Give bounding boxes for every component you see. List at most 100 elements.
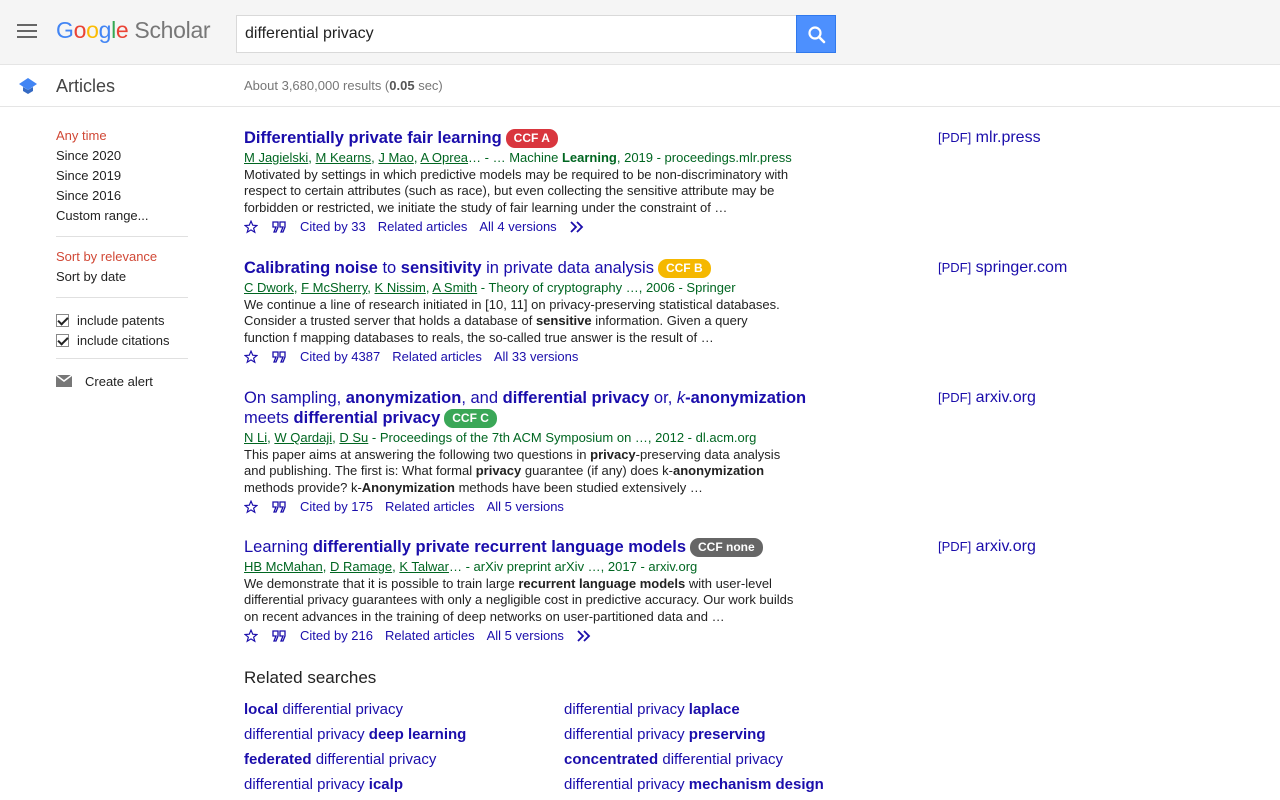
checkbox-label: include patents	[77, 312, 165, 328]
all-versions-link[interactable]: All 33 versions	[494, 349, 579, 364]
related-articles-link[interactable]: Related articles	[392, 349, 482, 364]
result-meta: N Li, W Qardaji, D Su - Proceedings of t…	[244, 430, 834, 446]
filter-any-time[interactable]: Any time	[56, 128, 188, 148]
text-segment: differential privacy	[244, 776, 369, 793]
venue-text: , 2019 - proceedings.mlr.press	[616, 150, 792, 165]
result-actions: Cited by 4387 Related articles All 33 vers…	[244, 348, 834, 366]
star-icon[interactable]	[244, 499, 258, 514]
text-segment: differential privacy	[564, 701, 689, 718]
related-articles-link[interactable]: Related articles	[378, 219, 468, 234]
search-button[interactable]	[796, 15, 836, 53]
text-segment: differential privacy	[311, 751, 437, 768]
double-chevron-icon[interactable]	[569, 221, 585, 233]
highlight-text: anonymization	[673, 463, 765, 479]
text-segment: differential privacy	[244, 726, 369, 743]
include-patents-checkbox[interactable]: include patents	[56, 310, 188, 330]
author-link[interactable]: A Smith	[432, 280, 477, 295]
star-icon[interactable]	[244, 219, 258, 234]
result-title-link[interactable]: Differentially private fair learning CCF …	[244, 128, 834, 148]
cited-by-link[interactable]: Cited by 216	[300, 628, 373, 643]
filter-since-2019[interactable]: Since 2019	[56, 168, 188, 188]
author-link[interactable]: HB McMahan	[244, 559, 323, 574]
double-chevron-icon[interactable]	[576, 630, 592, 642]
cited-by-link[interactable]: Cited by 175	[300, 499, 373, 514]
sort-by-date[interactable]: Sort by date	[56, 269, 188, 289]
author-link[interactable]: C Dwork	[244, 280, 294, 295]
all-versions-link[interactable]: All 5 versions	[487, 499, 564, 514]
separator: ,	[367, 280, 375, 295]
search-input[interactable]	[236, 15, 797, 53]
cited-by-link[interactable]: Cited by 4387	[300, 349, 380, 364]
result-snippet: This paper aims at answering the followi…	[244, 447, 794, 496]
pdf-link[interactable]: [PDF] arxiv.org	[938, 389, 1036, 407]
all-versions-link[interactable]: All 5 versions	[487, 628, 564, 643]
author-link[interactable]: A Oprea	[420, 150, 468, 165]
related-search-link[interactable]: differential privacy deep learning	[244, 726, 466, 743]
highlight-text: concentrated	[564, 751, 659, 768]
result-title-link[interactable]: Learning differentially private recurren…	[244, 537, 834, 557]
author-link[interactable]: N Li	[244, 430, 267, 445]
highlight-text: icalp	[368, 776, 403, 793]
filter-since-2020[interactable]: Since 2020	[56, 148, 188, 168]
pdf-link[interactable]: [PDF] mlr.press	[938, 129, 1041, 147]
author-link[interactable]: W Qardaji	[274, 430, 332, 445]
search-icon	[808, 26, 826, 44]
author-link[interactable]: F McSherry	[301, 280, 367, 295]
author-link[interactable]: J Mao	[378, 150, 413, 165]
sort-by-relevance[interactable]: Sort by relevance	[56, 249, 188, 269]
logo-letter: e	[115, 17, 129, 43]
quote-icon[interactable]	[272, 501, 286, 513]
text-segment: guarantee (if any) does k-	[521, 463, 673, 479]
filter-custom-range[interactable]: Custom range...	[56, 208, 188, 228]
related-search-link[interactable]: local differential privacy	[244, 701, 403, 718]
author-link[interactable]: D Su	[339, 430, 368, 445]
separator: ,	[308, 150, 316, 165]
result-title-link[interactable]: Calibrating noise to sensitivity in priv…	[244, 258, 834, 278]
result-title-link[interactable]: On sampling, anonymization, and differen…	[244, 388, 834, 428]
filter-since-2016[interactable]: Since 2016	[56, 188, 188, 208]
author-link[interactable]: K Talwar	[399, 559, 449, 574]
include-citations-checkbox[interactable]: include citations	[56, 330, 188, 350]
star-icon[interactable]	[244, 628, 258, 643]
hamburger-icon[interactable]	[17, 24, 37, 40]
related-articles-link[interactable]: Related articles	[385, 499, 475, 514]
result-meta: C Dwork, F McSherry, K Nissim, A Smith -…	[244, 280, 834, 296]
result-snippet: Motivated by settings in which predictiv…	[244, 167, 794, 216]
author-link[interactable]: M Kearns	[316, 150, 372, 165]
related-articles-link[interactable]: Related articles	[385, 628, 475, 643]
cited-by-link[interactable]: Cited by 33	[300, 219, 366, 234]
quote-icon[interactable]	[272, 221, 286, 233]
highlight-text: differential privacy	[293, 409, 441, 427]
related-search-link[interactable]: concentrated differential privacy	[564, 751, 783, 768]
highlight-text: local	[244, 701, 279, 718]
author-link[interactable]: K Nissim	[375, 280, 426, 295]
author-link[interactable]: M Jagielski	[244, 150, 308, 165]
search-result: Calibrating noise to sensitivity in priv…	[244, 258, 834, 366]
top-bar: Google Scholar	[0, 0, 1280, 65]
text-segment: k	[676, 389, 686, 407]
highlight-text: recurrent language models	[518, 576, 686, 591]
result-snippet: We continue a line of research initiated…	[244, 297, 794, 346]
related-search-link[interactable]: differential privacy laplace	[564, 701, 740, 718]
graduation-cap-icon[interactable]	[18, 77, 38, 95]
venue-text: … - arXiv preprint arXiv …, 2017 - arxiv…	[448, 559, 698, 574]
highlight-text: laplace	[688, 701, 740, 718]
all-versions-link[interactable]: All 4 versions	[479, 219, 556, 234]
result-actions: Cited by 175 Related articles All 5 versio…	[244, 498, 834, 516]
text-segment: This paper aims at answering the followi…	[244, 447, 591, 462]
quote-icon[interactable]	[272, 351, 286, 363]
pdf-link[interactable]: [PDF] springer.com	[938, 259, 1067, 277]
pdf-link[interactable]: [PDF] arxiv.org	[938, 538, 1036, 556]
related-search-link[interactable]: differential privacy mechanism design	[564, 776, 824, 793]
google-scholar-logo[interactable]: Google Scholar	[56, 17, 211, 44]
quote-icon[interactable]	[272, 630, 286, 642]
search-result: Learning differentially private recurren…	[244, 537, 834, 645]
star-icon[interactable]	[244, 349, 258, 364]
related-search-link[interactable]: differential privacy preserving	[564, 726, 766, 743]
author-link[interactable]: D Ramage	[330, 559, 392, 574]
highlight-text: Differentially private fair learning	[244, 129, 502, 147]
related-search-link[interactable]: differential privacy icalp	[244, 776, 403, 793]
related-search-link[interactable]: federated differential privacy	[244, 751, 436, 768]
create-alert-button[interactable]: Create alert	[56, 371, 188, 391]
text-segment: Motivated by settings in which predictiv…	[244, 167, 789, 215]
